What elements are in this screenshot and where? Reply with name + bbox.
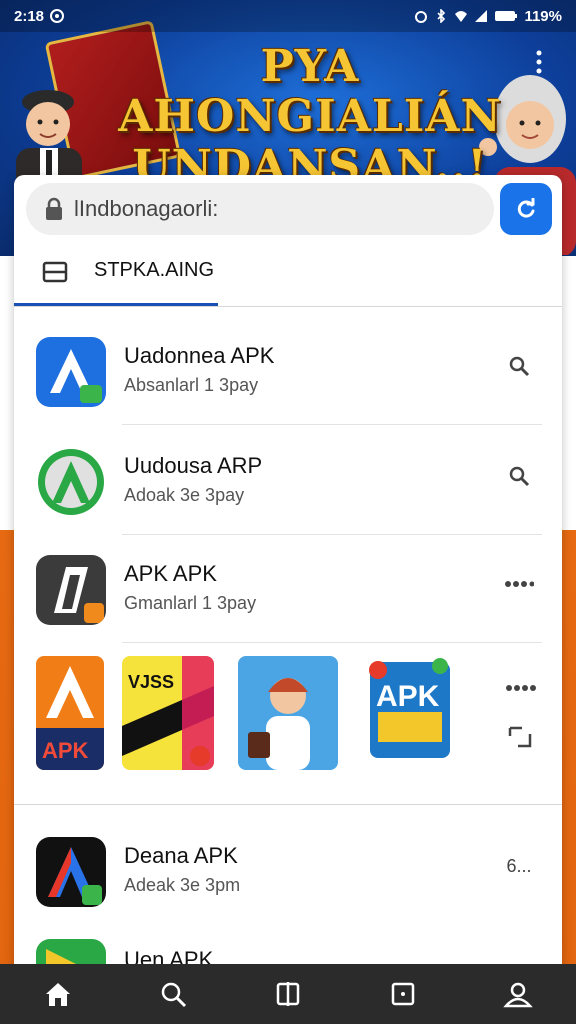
home-icon bbox=[45, 983, 70, 1006]
featured-tile[interactable]: APK bbox=[36, 656, 104, 770]
app-icon bbox=[36, 337, 106, 407]
app-name: Deana APK bbox=[124, 843, 238, 868]
downloads-icon bbox=[391, 982, 415, 1006]
banner-menu-icon[interactable] bbox=[532, 48, 546, 78]
app-subtitle: Adeak 3e 3pm bbox=[124, 875, 241, 895]
tab-list-icon bbox=[42, 261, 68, 283]
alarm-icon bbox=[415, 11, 428, 23]
tile-label: VJSS bbox=[128, 672, 175, 692]
tab-indicator bbox=[14, 303, 218, 306]
refresh-button[interactable] bbox=[500, 183, 552, 235]
app-more-button[interactable]: 6... bbox=[502, 849, 536, 883]
bottom-navigation bbox=[0, 964, 576, 1024]
expand-icon[interactable] bbox=[508, 726, 532, 748]
tab-active[interactable]: STPKA.AING bbox=[94, 259, 214, 282]
search-icon bbox=[509, 466, 530, 487]
tab-bar: STPKA.AING bbox=[14, 247, 562, 307]
battery-percent: 119% bbox=[524, 7, 562, 25]
search-input-value: lIndbonagaorli: bbox=[74, 196, 219, 221]
featured-apps-row: APK VJSS APK bbox=[14, 640, 562, 805]
status-time: 2:18 bbox=[14, 7, 45, 25]
library-icon bbox=[276, 982, 300, 1006]
character-tile-image bbox=[238, 656, 338, 770]
banner-title: PYA AHONGIALIÁN UNDANSAN..! bbox=[100, 42, 520, 192]
battery-icon bbox=[495, 11, 518, 21]
app-search-button[interactable] bbox=[502, 459, 536, 493]
list-item[interactable]: Uadonnea APK Absanlarl 1 3pay bbox=[14, 315, 562, 425]
app-name: Uudousa ARP bbox=[124, 453, 263, 478]
nav-profile[interactable] bbox=[498, 974, 538, 1014]
refresh-icon bbox=[517, 198, 535, 218]
app-store-panel: lIndbonagaorli: STPKA.AING Uadonnea APK … bbox=[14, 175, 562, 975]
bluetooth-icon bbox=[437, 9, 446, 23]
app-search-button[interactable] bbox=[502, 349, 536, 383]
app-more-button[interactable] bbox=[502, 567, 536, 601]
featured-tile[interactable] bbox=[238, 656, 338, 770]
app-icon bbox=[36, 447, 106, 517]
wifi-icon bbox=[455, 11, 468, 22]
app-subtitle: Absanlarl 1 3pay bbox=[124, 375, 259, 395]
app-icon bbox=[36, 837, 106, 907]
nav-search[interactable] bbox=[153, 974, 193, 1014]
app-icon bbox=[36, 555, 106, 625]
nav-home[interactable] bbox=[38, 974, 78, 1014]
tile-label: APK bbox=[42, 738, 89, 763]
search-icon bbox=[509, 356, 530, 377]
list-item[interactable]: Deana APK Adeak 3e 3pm 6... bbox=[14, 815, 562, 925]
status-bar: 2:18 119% bbox=[0, 0, 576, 32]
more-icon[interactable] bbox=[504, 680, 540, 696]
tile-label: APK bbox=[376, 680, 440, 713]
app-name: APK APK bbox=[124, 561, 217, 586]
banner-title-line1: PYA AHONGIALIÁN bbox=[118, 41, 502, 142]
nav-library[interactable] bbox=[268, 974, 308, 1014]
search-row: lIndbonagaorli: bbox=[26, 183, 552, 235]
app-subtitle: Adoak 3e 3pay bbox=[124, 485, 245, 505]
app-subtitle: Gmanlarl 1 3pay bbox=[124, 593, 257, 613]
app-name: Uadonnea APK bbox=[124, 343, 275, 368]
search-icon bbox=[161, 982, 186, 1008]
search-input[interactable]: lIndbonagaorli: bbox=[26, 183, 494, 235]
notification-icon bbox=[50, 9, 65, 23]
more-count: 6... bbox=[506, 855, 532, 876]
list-item[interactable]: Uudousa ARP Adoak 3e 3pay bbox=[14, 425, 562, 535]
profile-icon bbox=[503, 982, 534, 1008]
more-icon bbox=[505, 581, 534, 587]
list-item[interactable]: APK APK Gmanlarl 1 3pay bbox=[14, 533, 562, 643]
featured-tile[interactable]: VJSS bbox=[122, 656, 214, 770]
featured-tile[interactable]: APK bbox=[364, 656, 454, 770]
nav-downloads[interactable] bbox=[383, 974, 423, 1014]
signal-icon bbox=[475, 10, 488, 22]
lock-icon bbox=[46, 197, 62, 220]
